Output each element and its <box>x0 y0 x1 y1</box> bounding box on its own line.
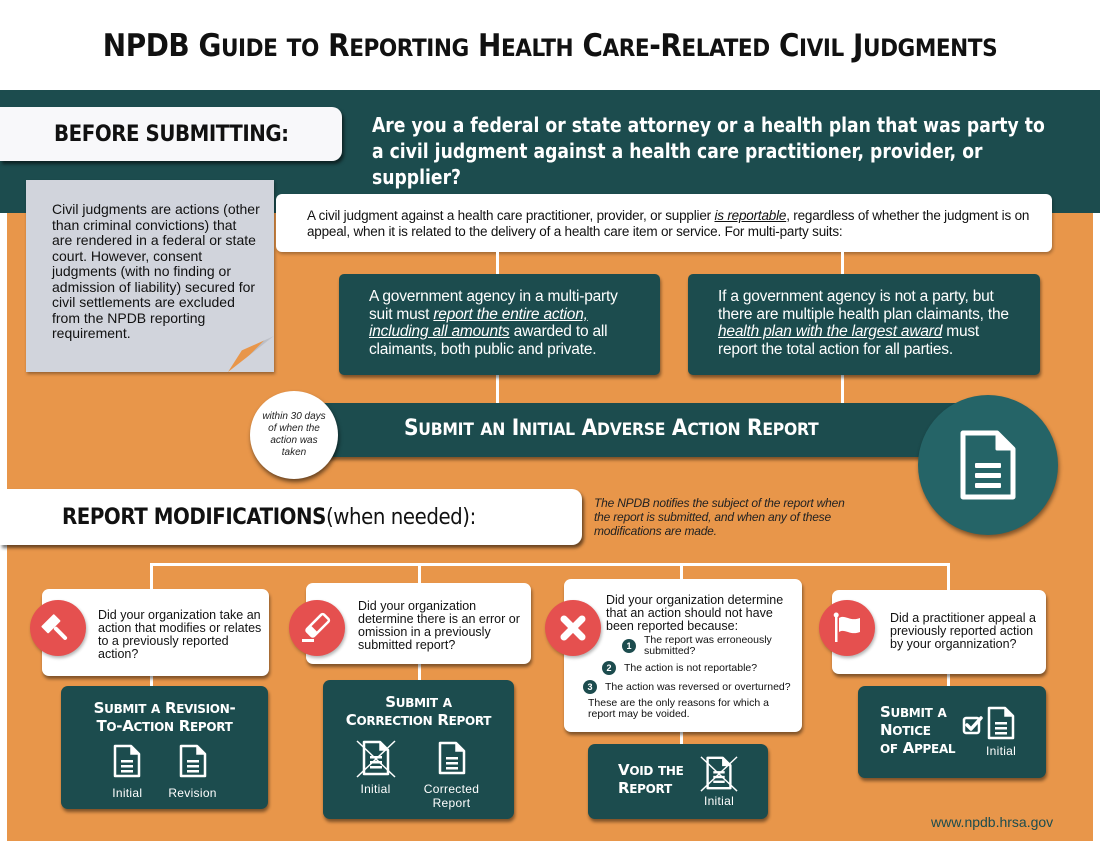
reason-text: The action is not reportable? <box>624 661 758 674</box>
modifications-label-bold: REPORT MODIFICATIONS <box>62 504 326 530</box>
connector-line <box>680 563 683 579</box>
connector-line <box>841 375 844 403</box>
scenario-question-text: Did your organization determine there is… <box>358 599 520 652</box>
connector-line <box>496 375 499 403</box>
void-reason: 2 The action is not reportable? <box>602 661 757 675</box>
reason-number-badge: 1 <box>622 639 636 653</box>
document-item: Initial <box>698 754 740 808</box>
void-reason: 3 The action was reversed or overturned? <box>583 680 791 694</box>
document-icon <box>114 744 141 778</box>
checkbox-checked-icon <box>962 716 983 735</box>
connector-line <box>418 563 421 583</box>
checkbox-icon-wrap <box>962 714 984 741</box>
modifications-notification-note: The NPDB notifies the subject of the rep… <box>594 496 845 538</box>
revision-to-action-box[interactable]: SUBMIT A REVISION- TO-ACTION REPORT Initi… <box>61 686 268 809</box>
page-title: NPDB GUIDE TO REPORTING HEALTH CARE-RELA… <box>55 28 1045 64</box>
gavel-icon <box>41 614 68 640</box>
void-report-box[interactable]: VOID THE REPORT Initial <box>588 744 768 819</box>
document-label: Corrected Report <box>423 782 480 810</box>
gavel-icon-circle <box>30 600 86 656</box>
document-label: Initial <box>112 786 143 800</box>
crossed-document-icon <box>700 756 738 792</box>
x-icon-circle <box>545 600 601 656</box>
document-label: Initial <box>360 782 391 796</box>
connector-line <box>150 563 153 589</box>
reportable-text-before: A civil judgment against a health care p… <box>307 208 715 223</box>
document-label: Initial <box>986 744 1017 758</box>
document-label: Revision <box>168 786 217 800</box>
scenario-question-card: Did your organization determine that an … <box>564 579 802 732</box>
document-item: Revision <box>168 744 216 800</box>
void-reasons-footer: These are the only reasons for which a r… <box>588 697 769 720</box>
flag-icon-circle <box>819 600 875 656</box>
x-icon <box>560 615 586 641</box>
document-label: Initial <box>703 794 735 808</box>
reportable-emphasis: is reportable <box>714 208 787 223</box>
scenario-question-text: Did your organization determine that an … <box>606 593 784 633</box>
website-link[interactable]: www.npdb.hrsa.gov <box>931 814 1053 830</box>
before-submitting-question: Are you a federal or state attorney or a… <box>372 113 1045 189</box>
document-icon <box>987 706 1015 740</box>
action-title: SUBMIT A REVISION- TO-ACTION REPORT <box>93 699 236 735</box>
deadline-text: within 30 days of when the action was ta… <box>262 411 326 458</box>
before-submitting-label: BEFORE SUBMITTING: <box>53 121 289 147</box>
document-item: Initial <box>112 744 142 800</box>
document-icon <box>179 744 206 778</box>
health-plan-claimants-box: If a government agency is not a party, b… <box>688 274 1040 375</box>
connector-line <box>841 252 844 274</box>
correction-report-box[interactable]: SUBMIT A CORRECTION REPORT Initial Correc… <box>323 680 514 819</box>
scenario-question-text: Did a practitioner appeal a previously r… <box>890 611 1036 651</box>
connector-line <box>947 674 950 686</box>
document-item: Corrected Report <box>420 738 484 810</box>
page-title-text: NPDB GUIDE TO REPORTING HEALTH CARE-RELA… <box>102 28 998 64</box>
pencil-eraser-icon <box>302 612 331 642</box>
scenario-question-text: Did your organization take an action tha… <box>98 608 262 661</box>
reason-number-badge: 3 <box>583 680 597 694</box>
connector-line <box>680 732 683 744</box>
document-icon <box>438 741 465 775</box>
mp2-emphasis: health plan with the largest award <box>718 323 943 340</box>
flag-icon <box>833 612 860 642</box>
initial-report-icon-circle <box>918 395 1058 535</box>
reason-number-badge: 2 <box>602 661 616 675</box>
initial-report-title: SUBMIT AN INITIAL ADVERSE ACTION REPORT <box>404 416 819 441</box>
action-title: VOID THE REPORT <box>618 761 684 797</box>
action-title: SUBMIT A NOTICE OF APPEAL <box>880 703 956 757</box>
connector-line <box>418 664 421 680</box>
civil-judgment-definition-note: Civil judgments are actions (other than … <box>26 180 274 372</box>
void-reason: 1 The report was erroneously submitted? <box>622 635 774 657</box>
reason-text: The report was erroneously submitted? <box>644 634 772 657</box>
crossed-document-icon <box>355 740 396 778</box>
government-agency-party-box: A government agency in a multi-party sui… <box>339 274 660 375</box>
report-modifications-label-box: REPORT MODIFICATIONS (when needed): <box>0 489 582 545</box>
pencil-eraser-icon-circle <box>289 600 345 656</box>
reportable-statement: A civil judgment against a health care p… <box>276 194 1052 252</box>
document-item: Initial <box>354 738 398 810</box>
mp2-text-before: If a government agency is not a party, b… <box>718 288 1009 323</box>
reason-text: The action was reversed or overturned? <box>605 680 791 693</box>
action-title: SUBMIT A CORRECTION REPORT <box>345 693 492 729</box>
modifications-label-rest: (when needed): <box>325 504 476 530</box>
notice-of-appeal-box[interactable]: SUBMIT A NOTICE OF APPEAL Initial <box>858 686 1046 778</box>
report-modifications-label: REPORT MODIFICATIONS (when needed): <box>62 505 476 530</box>
connector-line <box>947 563 950 590</box>
deadline-badge: within 30 days of when the action was ta… <box>250 391 338 479</box>
connector-line <box>496 252 499 274</box>
connector-line <box>150 676 153 686</box>
document-item: Initial <box>986 706 1016 758</box>
connector-line <box>150 563 950 566</box>
before-submitting-label-box: BEFORE SUBMITTING: <box>0 107 342 161</box>
document-icon <box>960 430 1016 500</box>
note-text: Civil judgments are actions (other than … <box>52 201 260 341</box>
